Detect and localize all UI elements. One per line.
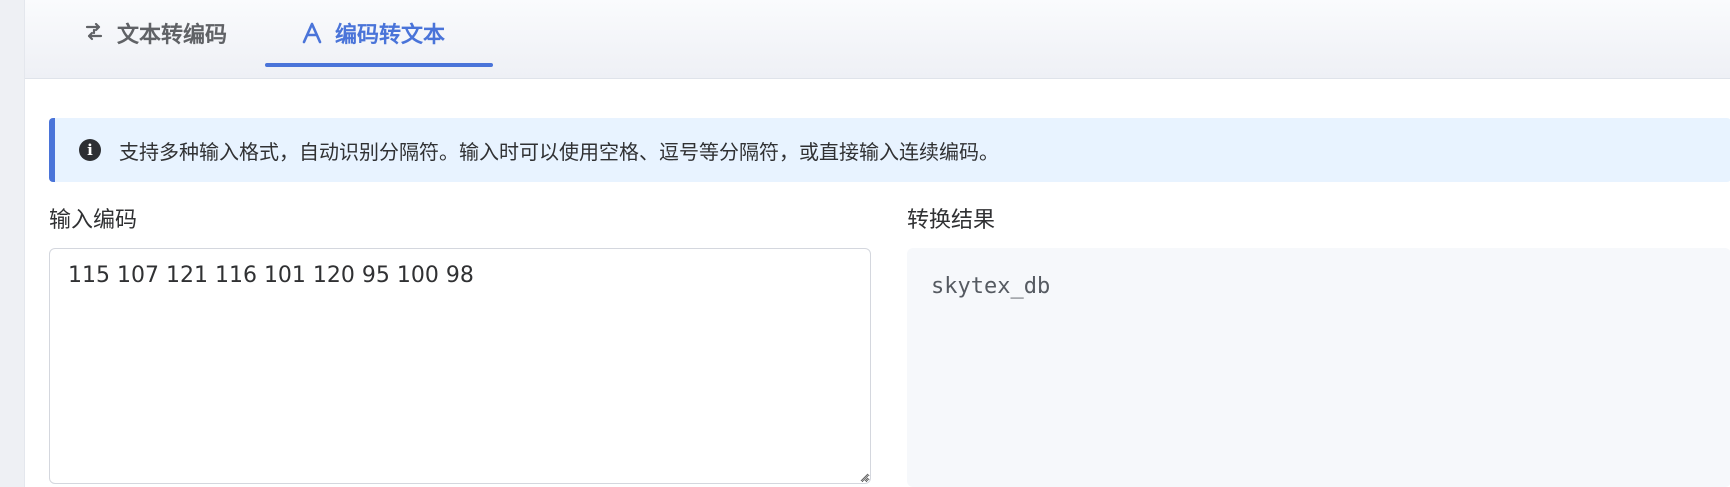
input-label: 输入编码 [49,208,138,233]
swap-icon [83,22,105,44]
active-tab-indicator [265,63,493,67]
tab-bar: 文本转编码 编码转文本 [25,0,1730,79]
info-icon: i [79,139,101,161]
converter-page: 文本转编码 编码转文本 i 支持多种输入格式，自动识别分隔符。输入时可以使用空格… [24,0,1730,487]
tab-text-to-code-label: 文本转编码 [117,23,228,48]
result-output: skytex_db [907,248,1730,487]
tab-text-to-code[interactable]: 文本转编码 [47,0,287,66]
info-alert-message: 支持多种输入格式，自动识别分隔符。输入时可以使用空格、逗号等分隔符，或直接输入连… [119,139,999,164]
tab-code-to-text-label: 编码转文本 [335,23,446,48]
result-label: 转换结果 [907,208,996,233]
info-alert: i 支持多种输入格式，自动识别分隔符。输入时可以使用空格、逗号等分隔符，或直接输… [49,118,1730,182]
resize-handle-icon[interactable] [857,470,869,482]
tab-code-to-text[interactable]: 编码转文本 [265,0,493,66]
result-text: skytex_db [931,274,1051,299]
letter-a-icon [301,22,323,44]
code-input[interactable] [49,248,871,484]
